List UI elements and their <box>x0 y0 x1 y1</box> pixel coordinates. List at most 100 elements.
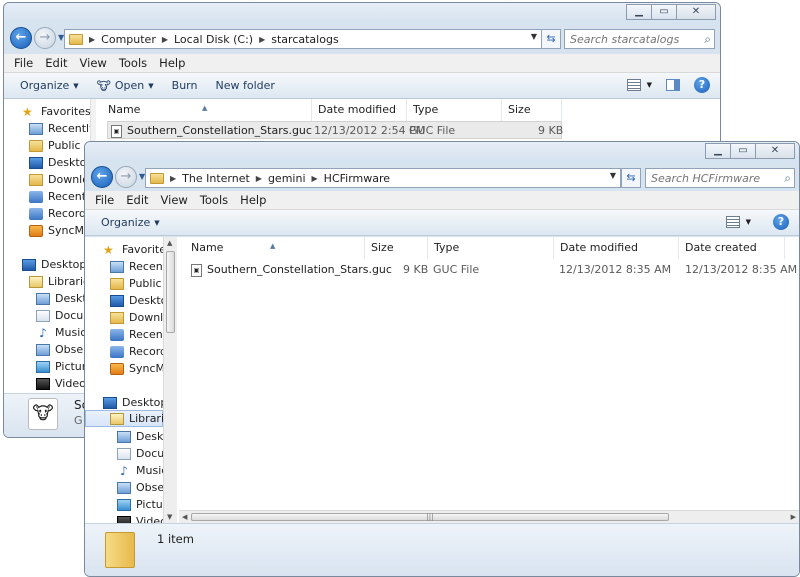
nav-item-downloads[interactable]: Downloa <box>85 309 163 326</box>
nav-lib-desktop[interactable]: Deskto <box>4 290 90 307</box>
search-box[interactable]: ⌕ <box>645 168 795 188</box>
nav-item-downloads[interactable]: Downloa <box>4 171 90 188</box>
preview-pane-icon[interactable] <box>666 79 680 91</box>
nav-item-desktop[interactable]: Desktop <box>85 292 163 309</box>
menu-tools[interactable]: Tools <box>119 56 147 70</box>
forward-button[interactable]: → <box>115 166 137 188</box>
column-header-size[interactable]: Size <box>502 99 562 121</box>
new-folder-button[interactable]: New folder <box>215 79 274 92</box>
nav-item-recorded[interactable]: Recorde <box>85 343 163 360</box>
menu-view[interactable]: View <box>80 56 107 70</box>
open-button[interactable]: 🐮 Open ▼ <box>97 79 154 93</box>
minimize-button[interactable]: ▁ <box>705 143 731 159</box>
column-header-type[interactable]: Type <box>407 99 502 121</box>
minimize-button[interactable]: ▁ <box>626 4 652 20</box>
scrollbar-thumb[interactable]: ||| <box>191 513 669 521</box>
nav-pane-scrollbar[interactable]: ▲ ▼ <box>163 237 177 523</box>
nav-lib-desktop[interactable]: Deskto <box>85 428 163 445</box>
breadcrumb-separator[interactable]: ▶ <box>256 174 262 183</box>
address-dropdown[interactable]: ▼ <box>610 171 616 180</box>
menu-view[interactable]: View <box>161 193 188 207</box>
back-button[interactable]: ← <box>91 166 113 188</box>
nav-lib-observ[interactable]: Observ <box>4 341 90 358</box>
scroll-down-arrow[interactable]: ▼ <box>167 513 172 521</box>
nav-favorites[interactable]: ★Favorites <box>4 103 90 120</box>
burn-button[interactable]: Burn <box>172 79 198 92</box>
breadcrumb-separator[interactable]: ▶ <box>89 35 95 44</box>
nav-item-public[interactable]: Public <box>85 275 163 292</box>
chevron-down-icon[interactable]: ▼ <box>647 81 652 89</box>
close-button[interactable]: ✕ <box>676 4 716 20</box>
menu-edit[interactable]: Edit <box>45 56 67 70</box>
close-button[interactable]: ✕ <box>755 143 795 159</box>
nav-lib-pictures[interactable]: Pictures <box>85 496 163 513</box>
menu-edit[interactable]: Edit <box>126 193 148 207</box>
nav-libraries[interactable]: Libraries <box>4 273 90 290</box>
nav-item-desktop[interactable]: Desktop <box>4 154 90 171</box>
file-row[interactable]: ▣ Southern_Constellation_Stars.guc 9 KB G… <box>191 261 797 279</box>
file-row[interactable]: ▣ Southern_Constellation_Stars.guc 12/13/… <box>107 121 563 139</box>
scrollbar-thumb[interactable] <box>166 251 175 333</box>
nav-item-recent-places[interactable]: Recent P <box>4 188 90 205</box>
help-icon[interactable]: ? <box>694 77 710 93</box>
nav-lib-documents[interactable]: Docum <box>85 445 163 462</box>
nav-lib-pictures[interactable]: Pictures <box>4 358 90 375</box>
column-header-name[interactable]: Name ▲ <box>185 237 365 259</box>
nav-item-recent-places[interactable]: Recent P <box>85 326 163 343</box>
maximize-button[interactable]: ▭ <box>651 4 677 20</box>
nav-favorites[interactable]: ★Favorites <box>85 241 163 258</box>
search-input[interactable] <box>651 171 794 185</box>
address-bar[interactable]: ▶ Computer ▶ Local Disk (C:) ▶ starcatal… <box>64 29 542 49</box>
organize-button[interactable]: Organize ▼ <box>101 216 160 229</box>
breadcrumb-computer[interactable]: Computer <box>101 33 156 46</box>
column-header-name[interactable]: Name ▲ <box>102 99 312 121</box>
nav-desktop-root[interactable]: Desktop <box>85 394 163 411</box>
views-icon[interactable] <box>725 216 740 228</box>
search-icon[interactable]: ⌕ <box>784 171 791 186</box>
nav-lib-videos[interactable]: Videos <box>85 513 163 523</box>
column-header-date-modified[interactable]: Date modified <box>312 99 407 121</box>
menu-help[interactable]: Help <box>159 56 185 70</box>
chevron-down-icon[interactable]: ▼ <box>746 218 751 226</box>
title-bar[interactable]: ▁ ▭ ✕ <box>4 3 720 23</box>
horizontal-scrollbar[interactable]: ◀ ||| ▶ <box>179 510 799 523</box>
address-bar[interactable]: ▶ The Internet ▶ gemini ▶ HCFirmware ▼ <box>145 168 621 188</box>
back-button[interactable]: ← <box>10 27 32 49</box>
refresh-button[interactable]: ⇆ <box>621 168 641 188</box>
views-icon[interactable] <box>626 79 641 91</box>
breadcrumb-hcfirmware[interactable]: HCFirmware <box>324 172 390 185</box>
breadcrumb-separator[interactable]: ▶ <box>170 174 176 183</box>
breadcrumb-gemini[interactable]: gemini <box>268 172 306 185</box>
refresh-button[interactable]: ⇆ <box>541 29 561 49</box>
scroll-left-arrow[interactable]: ◀ <box>182 513 187 521</box>
nav-desktop-root[interactable]: Desktop <box>4 256 90 273</box>
address-dropdown[interactable]: ▼ <box>531 32 537 41</box>
nav-lib-documents[interactable]: Docum <box>4 307 90 324</box>
search-icon[interactable]: ⌕ <box>704 32 711 47</box>
search-input[interactable] <box>570 32 714 46</box>
breadcrumb-separator[interactable]: ▶ <box>162 35 168 44</box>
column-header-date-modified[interactable]: Date modified <box>554 237 679 259</box>
column-header-type[interactable]: Type <box>428 237 554 259</box>
column-header-size[interactable]: Size <box>365 237 428 259</box>
scroll-right-arrow[interactable]: ▶ <box>791 513 796 521</box>
title-bar[interactable]: ▁ ▭ ✕ <box>85 142 799 162</box>
nav-lib-music[interactable]: ♪Music <box>85 462 163 479</box>
forward-button[interactable]: → <box>34 27 56 49</box>
breadcrumb-the-internet[interactable]: The Internet <box>182 172 250 185</box>
nav-lib-videos[interactable]: Videos <box>4 375 90 392</box>
maximize-button[interactable]: ▭ <box>730 143 756 159</box>
nav-item-recorded[interactable]: Recorded <box>4 205 90 222</box>
menu-help[interactable]: Help <box>240 193 266 207</box>
nav-item-syncme[interactable]: SyncMe <box>85 360 163 377</box>
column-header-date-created[interactable]: Date created <box>679 237 785 259</box>
help-icon[interactable]: ? <box>773 214 789 230</box>
nav-libraries[interactable]: Libraries <box>85 410 163 427</box>
organize-button[interactable]: Organize ▼ <box>20 79 79 92</box>
breadcrumb-local-disk[interactable]: Local Disk (C:) <box>174 33 253 46</box>
nav-lib-observ[interactable]: Observ <box>85 479 163 496</box>
nav-item-recently[interactable]: Recently <box>4 120 90 137</box>
scroll-up-arrow[interactable]: ▲ <box>167 239 172 247</box>
nav-item-recently[interactable]: Recently <box>85 258 163 275</box>
nav-lib-music[interactable]: ♪Music <box>4 324 90 341</box>
